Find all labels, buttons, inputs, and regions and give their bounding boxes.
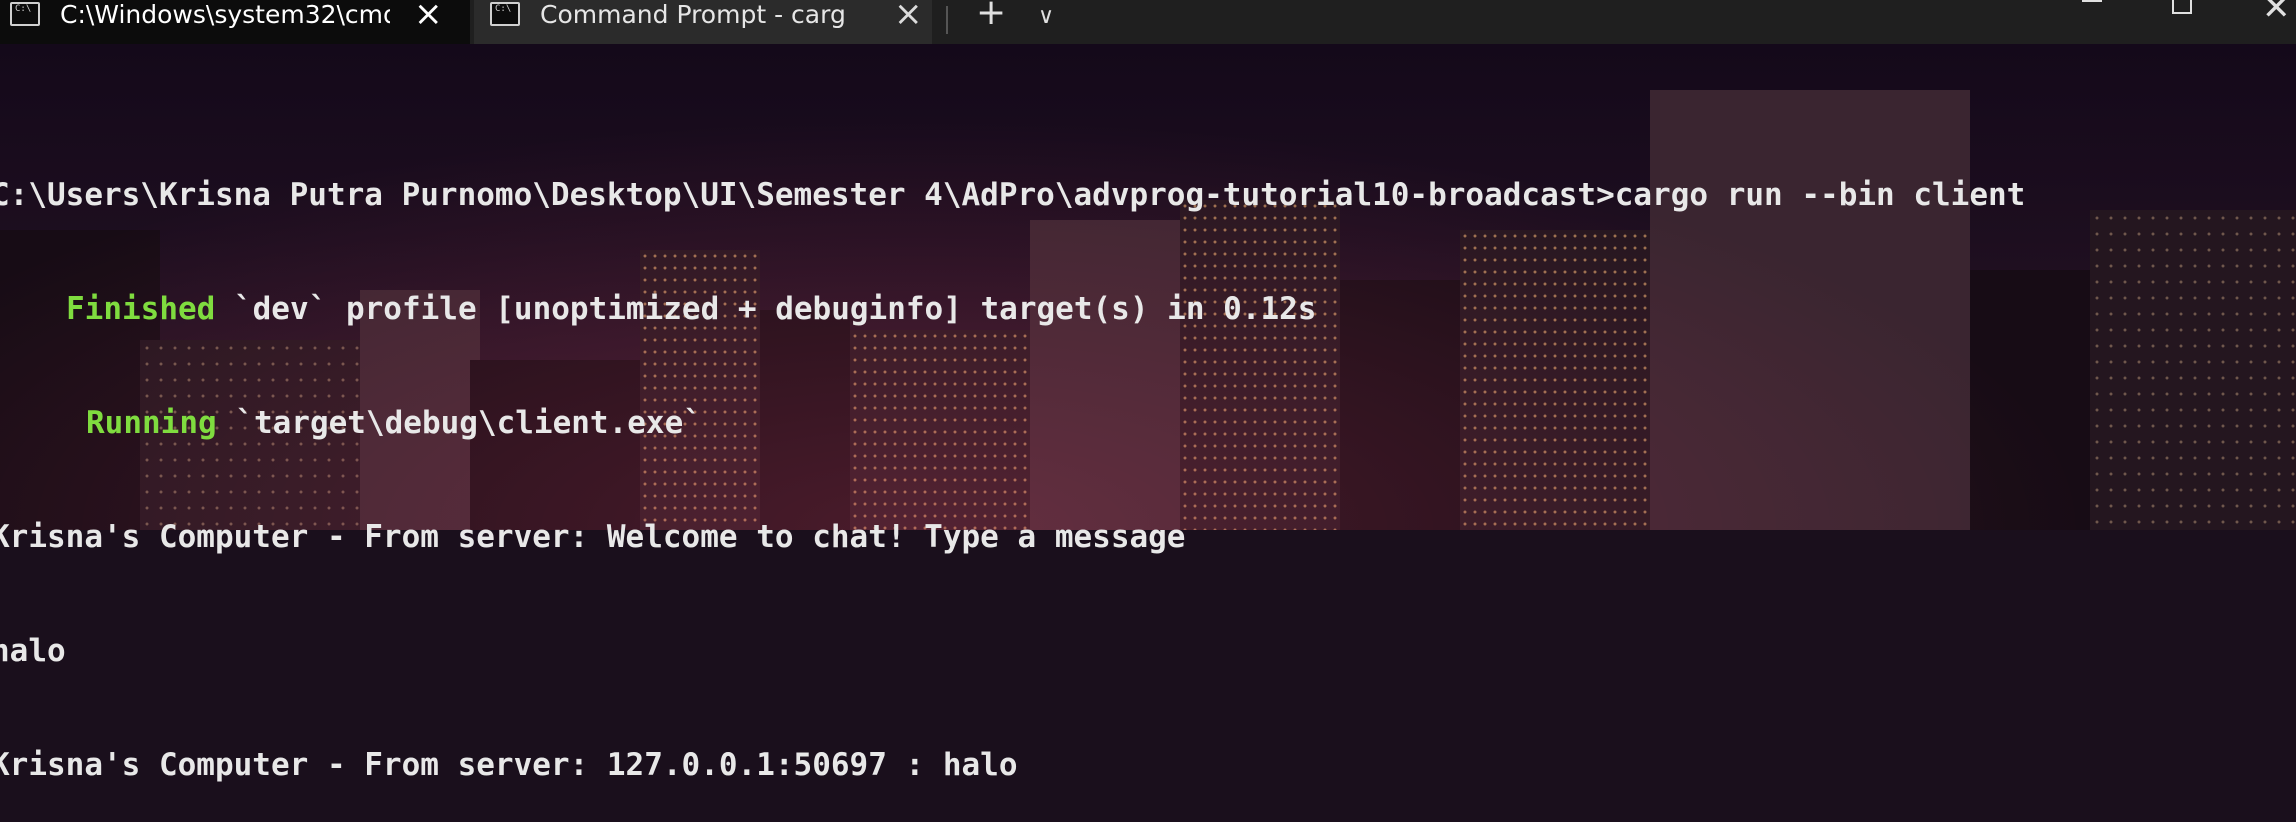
tab-command-prompt-cargo[interactable]: C:\ Command Prompt - cargo rur ×	[474, 0, 932, 44]
close-icon[interactable]: ✕	[2262, 0, 2291, 28]
cmd-console-icon: C:\	[490, 2, 520, 26]
tab-cmd[interactable]: C:\ C:\Windows\system32\cmd.e ×	[0, 0, 470, 44]
cmd-console-icon: C:\	[10, 2, 40, 26]
prompt-line: C:\Users\Krisna Putra Purnomo\Desktop\UI…	[0, 177, 2026, 213]
terminal-output[interactable]: C:\Users\Krisna Putra Purnomo\Desktop\UI…	[0, 100, 2025, 822]
tab-separator	[946, 6, 948, 34]
cargo-finished-line: Finished `dev` profile [unoptimized + de…	[0, 290, 2025, 328]
cargo-running-line: Running `target\debug\client.exe`	[0, 404, 2025, 442]
finished-keyword: Finished	[66, 291, 216, 327]
minimize-icon[interactable]	[2082, 0, 2102, 2]
finished-detail: `dev` profile [unoptimized + debuginfo] …	[215, 291, 1317, 327]
plus-icon[interactable]: +	[976, 0, 1006, 33]
tab-bar: C:\ C:\Windows\system32\cmd.e × C:\ Comm…	[0, 0, 2296, 44]
user-input-line: halo	[0, 633, 66, 669]
server-echo-line: Krisna's Computer - From server: 127.0.0…	[0, 747, 1018, 783]
close-icon[interactable]: ×	[894, 0, 923, 34]
chevron-down-icon[interactable]: ∨	[1038, 4, 1054, 29]
close-icon[interactable]: ×	[414, 0, 443, 34]
tab-title: Command Prompt - cargo rur	[540, 0, 846, 29]
maximize-icon[interactable]	[2172, 0, 2192, 14]
running-keyword: Running	[86, 405, 217, 441]
server-welcome-line: Krisna's Computer - From server: Welcome…	[0, 519, 1186, 555]
tab-title: C:\Windows\system32\cmd.e	[60, 0, 390, 29]
running-detail: `target\debug\client.exe`	[216, 405, 702, 441]
